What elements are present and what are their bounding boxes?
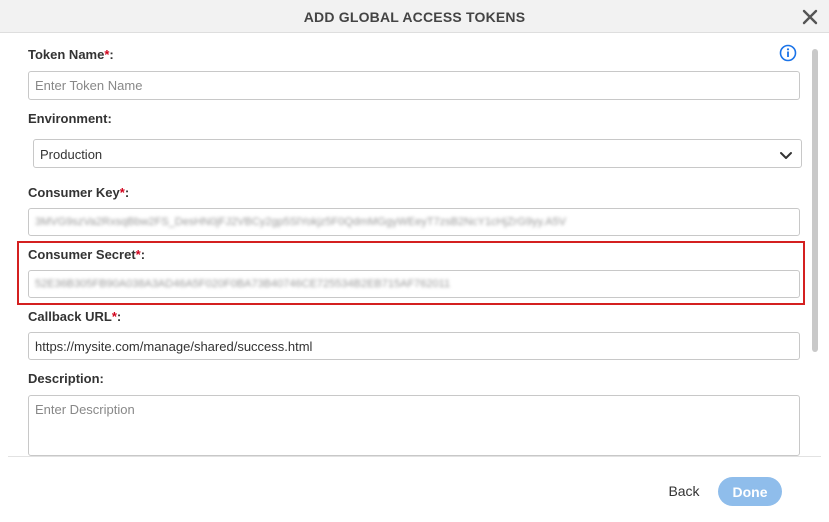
add-global-access-tokens-dialog: ADD GLOBAL ACCESS TOKENS Token Name*: En… [0,0,829,522]
token-name-label: Token Name*: [28,47,114,62]
dialog-header: ADD GLOBAL ACCESS TOKENS [0,0,829,33]
consumer-key-label: Consumer Key*: [28,185,130,200]
consumer-key-value: 3MVG9szVa2RxsqBbw2FS_DesHN0jFJ2VBCy2gp5S… [35,216,567,228]
description-label: Description: [28,371,104,386]
consumer-secret-input[interactable]: 52E36B305FB90A038A3AD46A5F020F0BA73B4074… [28,270,800,298]
environment-selected-value: Production [40,147,103,162]
description-textarea[interactable] [28,395,800,456]
callback-url-input[interactable] [28,332,800,360]
environment-select[interactable]: Production [33,139,802,168]
info-icon[interactable] [779,44,797,62]
footer-divider [8,456,821,457]
done-button[interactable]: Done [718,477,782,506]
back-button[interactable]: Back [660,478,708,504]
consumer-secret-value: 52E36B305FB90A038A3AD46A5F020F0BA73B4074… [35,278,451,290]
dialog-title: ADD GLOBAL ACCESS TOKENS [303,9,526,25]
environment-label: Environment: [28,111,112,126]
scrollbar[interactable] [812,49,818,352]
callback-url-label: Callback URL*: [28,309,122,324]
close-icon[interactable] [801,8,819,26]
chevron-down-icon [779,149,793,159]
consumer-key-input[interactable]: 3MVG9szVa2RxsqBbw2FS_DesHN0jFJ2VBCy2gp5S… [28,208,800,236]
consumer-secret-label: Consumer Secret*: [28,247,146,262]
token-name-input[interactable] [28,71,800,100]
